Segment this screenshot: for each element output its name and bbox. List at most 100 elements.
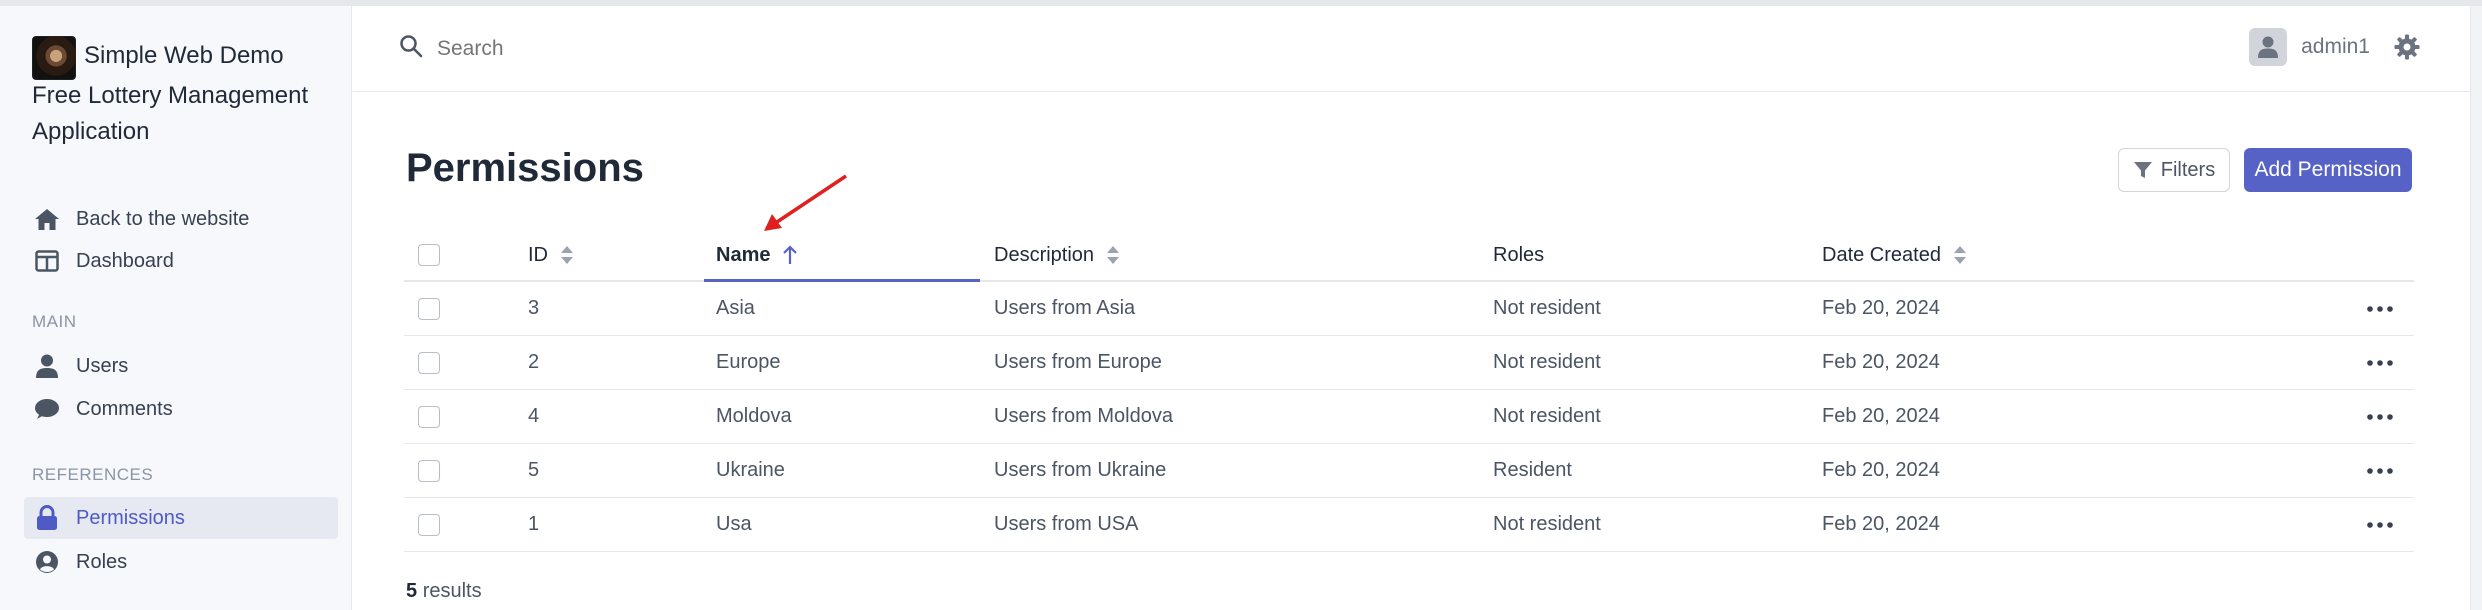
more-actions-icon[interactable] — [2362, 351, 2398, 375]
table-row[interactable]: 3 Asia Users from Asia Not resident Feb 20, … — [404, 282, 2414, 336]
row-checkbox[interactable] — [418, 513, 440, 536]
table-header: ID Name Description Roles Date Created — [404, 230, 2414, 282]
cell-id: 4 — [528, 405, 540, 427]
column-header-id[interactable]: ID — [528, 230, 574, 280]
row-actions-cell — [2362, 336, 2398, 389]
sort-ascending-icon — [782, 245, 798, 265]
sidebar-item-back-to-website[interactable]: Back to the website — [24, 198, 338, 240]
top-header: admin1 — [353, 6, 2482, 92]
add-permission-button[interactable]: Add Permission — [2244, 148, 2412, 192]
row-actions-cell — [2362, 444, 2398, 497]
more-actions-icon[interactable] — [2362, 513, 2398, 537]
cell-name: Ukraine — [716, 459, 785, 481]
table-body: 3 Asia Users from Asia Not resident Feb 20, … — [404, 282, 2414, 552]
column-header-description[interactable]: Description — [994, 230, 1120, 280]
cell-name: Europe — [716, 351, 781, 373]
user-circle-icon — [32, 547, 62, 577]
table-row[interactable]: 4 Moldova Users from Moldova Not resident Fe… — [404, 390, 2414, 444]
more-actions-icon[interactable] — [2362, 405, 2398, 429]
cell-description: Users from Moldova — [994, 405, 1173, 427]
row-checkbox[interactable] — [418, 297, 440, 320]
table-row[interactable]: 5 Ukraine Users from Ukraine Resident Feb 20… — [404, 444, 2414, 498]
app-logo — [32, 36, 76, 80]
column-header-roles: Roles — [1493, 230, 1544, 280]
row-checkbox[interactable] — [418, 405, 440, 428]
cell-date-created: Feb 20, 2024 — [1822, 351, 1940, 373]
column-header-name[interactable]: Name — [716, 230, 798, 280]
cell-roles: Not resident — [1493, 513, 1601, 535]
row-checkbox-cell — [418, 444, 440, 497]
sidebar: Simple Web Demo Free Lottery Management … — [0, 6, 352, 610]
table-row[interactable]: 2 Europe Users from Europe Not resident Feb … — [404, 336, 2414, 390]
sidebar-item-permissions[interactable]: Permissions — [24, 497, 338, 539]
results-count: 5 results — [406, 580, 482, 603]
cell-id: 5 — [528, 459, 540, 481]
username: admin1 — [2301, 35, 2370, 58]
avatar — [2249, 28, 2288, 66]
sidebar-item-comments[interactable]: Comments — [24, 388, 338, 430]
filters-button-label: Filters — [2160, 158, 2216, 181]
row-actions-cell — [2362, 282, 2398, 335]
table-row[interactable]: 1 Usa Users from USA Not resident Feb 20, 20… — [404, 498, 2414, 552]
app-subtitle: Free Lottery Management Application — [32, 82, 309, 145]
column-header-date-created[interactable]: Date Created — [1822, 230, 1967, 280]
permissions-table: ID Name Description Roles Date Created 3… — [404, 230, 2414, 552]
sidebar-item-label: Dashboard — [76, 249, 174, 272]
cell-id: 2 — [528, 351, 540, 373]
home-icon — [32, 204, 62, 234]
sidebar-item-label: Users — [76, 354, 129, 377]
row-checkbox-cell — [418, 390, 440, 443]
sidebar-item-label: Roles — [76, 550, 128, 573]
sidebar-item-label: Comments — [76, 397, 173, 420]
more-actions-icon[interactable] — [2362, 459, 2398, 483]
select-all-checkbox[interactable] — [418, 244, 440, 266]
cell-description: Users from Ukraine — [994, 459, 1167, 481]
cell-name: Usa — [716, 513, 752, 535]
page-title: Permissions — [406, 146, 644, 190]
cell-description: Users from Asia — [994, 297, 1136, 319]
column-header-label: ID — [528, 243, 548, 266]
annotation-arrow-icon — [764, 174, 847, 231]
header-checkbox-cell — [418, 230, 440, 280]
gear-icon[interactable] — [2394, 34, 2420, 65]
filters-button[interactable]: Filters — [2118, 148, 2230, 192]
cell-date-created: Feb 20, 2024 — [1822, 459, 1940, 481]
search-bar[interactable] — [399, 34, 837, 63]
cell-date-created: Feb 20, 2024 — [1822, 513, 1940, 535]
cell-name: Moldova — [716, 405, 792, 427]
sidebar-section-references: REFERENCES — [32, 465, 154, 484]
results-label: results — [422, 580, 482, 602]
sidebar-item-users[interactable]: Users — [24, 345, 338, 387]
search-input[interactable] — [437, 36, 837, 61]
cell-date-created: Feb 20, 2024 — [1822, 405, 1940, 427]
row-checkbox[interactable] — [418, 459, 440, 482]
cell-id: 3 — [528, 297, 540, 319]
cell-roles: Not resident — [1493, 351, 1601, 373]
row-checkbox-cell — [418, 336, 440, 389]
filter-icon — [2133, 160, 2153, 180]
sidebar-section-main: MAIN — [32, 312, 77, 331]
row-actions-cell — [2362, 390, 2398, 443]
sidebar-item-label: Permissions — [76, 506, 185, 529]
sort-icon — [560, 245, 574, 265]
cell-roles: Resident — [1493, 459, 1572, 481]
more-actions-icon[interactable] — [2362, 297, 2398, 321]
row-actions-cell — [2362, 498, 2398, 551]
cell-description: Users from Europe — [994, 351, 1162, 373]
sidebar-item-dashboard[interactable]: Dashboard — [24, 240, 338, 282]
dashboard-icon — [32, 246, 62, 276]
cell-name: Asia — [716, 297, 755, 319]
results-number: 5 — [406, 580, 418, 602]
column-header-label: Roles — [1493, 243, 1545, 266]
column-header-label: Name — [716, 243, 771, 266]
row-checkbox[interactable] — [418, 351, 440, 374]
sort-icon — [1106, 245, 1120, 265]
sort-icon — [1953, 245, 1967, 265]
app-name: Simple Web Demo — [84, 42, 284, 69]
sidebar-item-roles[interactable]: Roles — [24, 541, 338, 583]
cell-id: 1 — [528, 513, 540, 535]
page-scrollbar[interactable] — [2470, 6, 2482, 610]
column-header-label: Date Created — [1822, 243, 1941, 266]
user-menu[interactable]: admin1 — [2249, 28, 2370, 66]
cell-date-created: Feb 20, 2024 — [1822, 297, 1940, 319]
